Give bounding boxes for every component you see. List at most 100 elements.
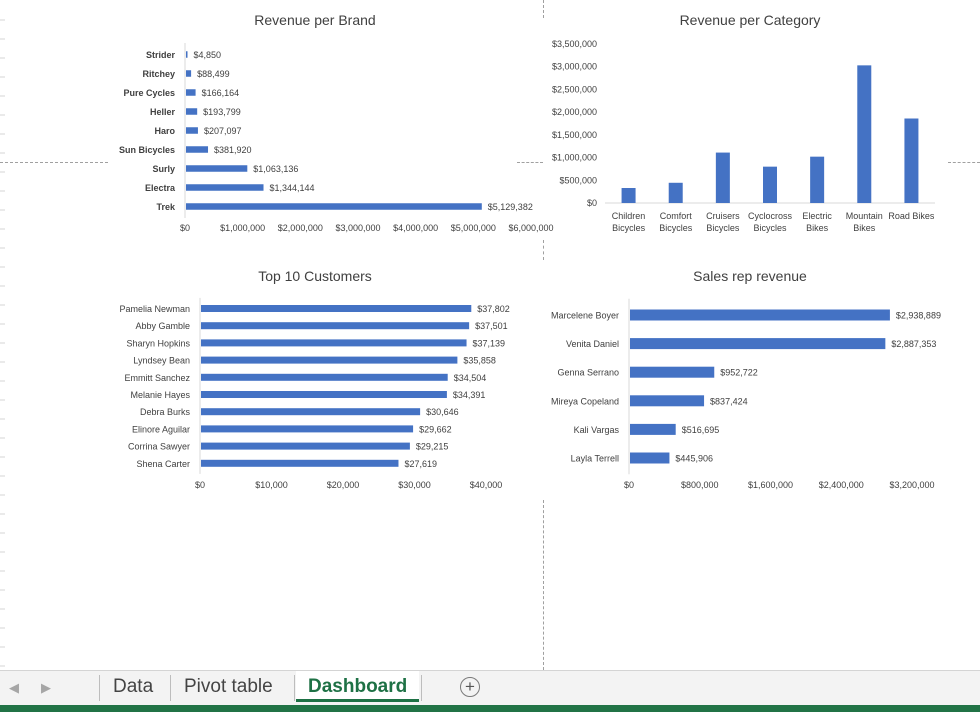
data-label: $29,662 <box>419 424 452 434</box>
data-label: $166,164 <box>202 88 240 98</box>
axis-tick-label: $0 <box>195 480 205 490</box>
add-sheet-icon[interactable]: + <box>460 677 480 697</box>
axis-tick-label: $1,500,000 <box>552 130 597 140</box>
bar <box>630 309 890 321</box>
bar <box>201 339 467 347</box>
category-label: Marcelene Boyer <box>551 311 619 321</box>
category-label: Layla Terrell <box>571 454 619 464</box>
category-label: Sun Bicycles <box>119 145 175 155</box>
data-label: $37,139 <box>473 338 506 348</box>
data-label: $37,501 <box>475 321 508 331</box>
data-label: $837,424 <box>710 396 748 406</box>
category-label: Bicycles <box>659 223 693 233</box>
tab-data[interactable]: Data <box>101 671 165 702</box>
sales-rep-revenue-chart[interactable]: Sales rep revenue Marcelene Boyer $2,938,… <box>545 262 955 502</box>
category-label: Genna Serrano <box>557 368 619 378</box>
category-label: Comfort <box>660 211 693 221</box>
bar <box>715 152 730 203</box>
bar <box>904 118 919 203</box>
tab-pivot-table[interactable]: Pivot table <box>172 671 285 702</box>
status-bar <box>0 705 980 712</box>
data-label: $29,215 <box>416 442 449 452</box>
category-label: Sharyn Hopkins <box>126 338 190 348</box>
category-label: Strider <box>146 50 176 60</box>
bar <box>810 156 825 203</box>
axis-tick-label: $0 <box>587 198 597 208</box>
category-label: Kali Vargas <box>574 425 620 435</box>
bar <box>630 338 886 350</box>
bar <box>186 127 198 134</box>
category-label: Emmitt Sanchez <box>124 373 190 383</box>
category-label: Haro <box>154 126 175 136</box>
data-label: $4,850 <box>194 50 222 60</box>
data-label: $381,920 <box>214 145 252 155</box>
bar <box>630 366 715 378</box>
bar <box>201 408 421 416</box>
bar <box>201 356 458 364</box>
bar <box>201 305 472 312</box>
bar <box>201 425 414 433</box>
data-label: $34,504 <box>454 373 487 383</box>
bar <box>186 89 196 96</box>
category-label: Bikes <box>806 223 829 233</box>
tab-separator <box>294 675 295 701</box>
bar <box>186 108 198 115</box>
page-break-vertical <box>543 0 544 18</box>
category-label: Heller <box>150 107 176 117</box>
category-label: Electra <box>145 183 176 193</box>
bar <box>186 165 248 172</box>
data-label: $445,906 <box>675 454 713 464</box>
category-label: Shena Carter <box>136 459 190 469</box>
data-label: $2,938,889 <box>896 311 941 321</box>
category-label: Ritchey <box>142 69 175 79</box>
axis-tick-label: $5,000,000 <box>451 223 496 233</box>
data-label: $35,858 <box>463 356 496 366</box>
axis-tick-label: $500,000 <box>559 175 597 185</box>
bar <box>186 146 209 153</box>
scroll-tabs-right-icon[interactable]: ▶ <box>41 680 51 696</box>
revenue-per-category-plot: $0 $500,000 $1,000,000 $1,500,000 $2,000,000… <box>552 39 935 233</box>
category-label: Cruisers <box>706 211 740 221</box>
bar <box>186 203 482 210</box>
bar <box>186 51 188 58</box>
axis-tick-label: $20,000 <box>327 480 360 490</box>
scroll-tabs-left-icon[interactable]: ◀ <box>9 680 19 696</box>
tab-dashboard[interactable]: Dashboard <box>296 671 420 702</box>
tab-separator <box>99 675 100 701</box>
category-label: Cyclocross <box>748 211 793 221</box>
category-label: Road Bikes <box>888 211 935 221</box>
revenue-per-brand-plot: Strider $4,850 Ritchey $88,499 Pure Cycles $1… <box>119 43 554 233</box>
worksheet-area[interactable]: Revenue per Brand Strider $4,850 Ritchey $8… <box>0 0 980 670</box>
category-label: Pamelia Newman <box>119 304 190 314</box>
data-label: $2,887,353 <box>891 339 936 349</box>
bar <box>201 322 470 330</box>
axis-tick-label: $10,000 <box>255 480 288 490</box>
data-label: $516,695 <box>682 425 720 435</box>
sales-rep-revenue-plot: Marcelene Boyer $2,938,889 Venita Daniel $2… <box>551 298 941 490</box>
bar <box>201 373 448 381</box>
bar <box>630 395 705 407</box>
data-label: $193,799 <box>203 107 241 117</box>
category-label: Bicycles <box>753 223 787 233</box>
data-label: $1,344,144 <box>270 183 315 193</box>
data-label: $88,499 <box>197 69 230 79</box>
axis-tick-label: $800,000 <box>681 480 719 490</box>
axis-tick-label: $1,600,000 <box>748 480 793 490</box>
category-label: Bicycles <box>706 223 740 233</box>
bar <box>201 391 447 398</box>
top-10-customers-chart[interactable]: Top 10 Customers Pamelia Newman $37,802 Ab… <box>90 262 540 502</box>
bar <box>668 182 683 203</box>
page-break-vertical <box>543 240 544 260</box>
axis-tick-label: $3,500,000 <box>552 39 597 49</box>
revenue-per-category-chart[interactable]: Revenue per Category $0 $500,000 $1,000,00… <box>545 6 955 246</box>
bar <box>186 184 264 191</box>
revenue-per-brand-chart[interactable]: Revenue per Brand Strider $4,850 Ritchey $8… <box>90 6 554 246</box>
category-label: Trek <box>156 202 176 212</box>
bar <box>630 452 670 464</box>
axis-tick-label: $30,000 <box>398 480 431 490</box>
category-label: Children <box>612 211 646 221</box>
axis-tick-label: $40,000 <box>470 480 503 490</box>
category-label: Debra Burks <box>140 407 191 417</box>
data-label: $207,097 <box>204 126 242 136</box>
category-label: Bikes <box>853 223 876 233</box>
